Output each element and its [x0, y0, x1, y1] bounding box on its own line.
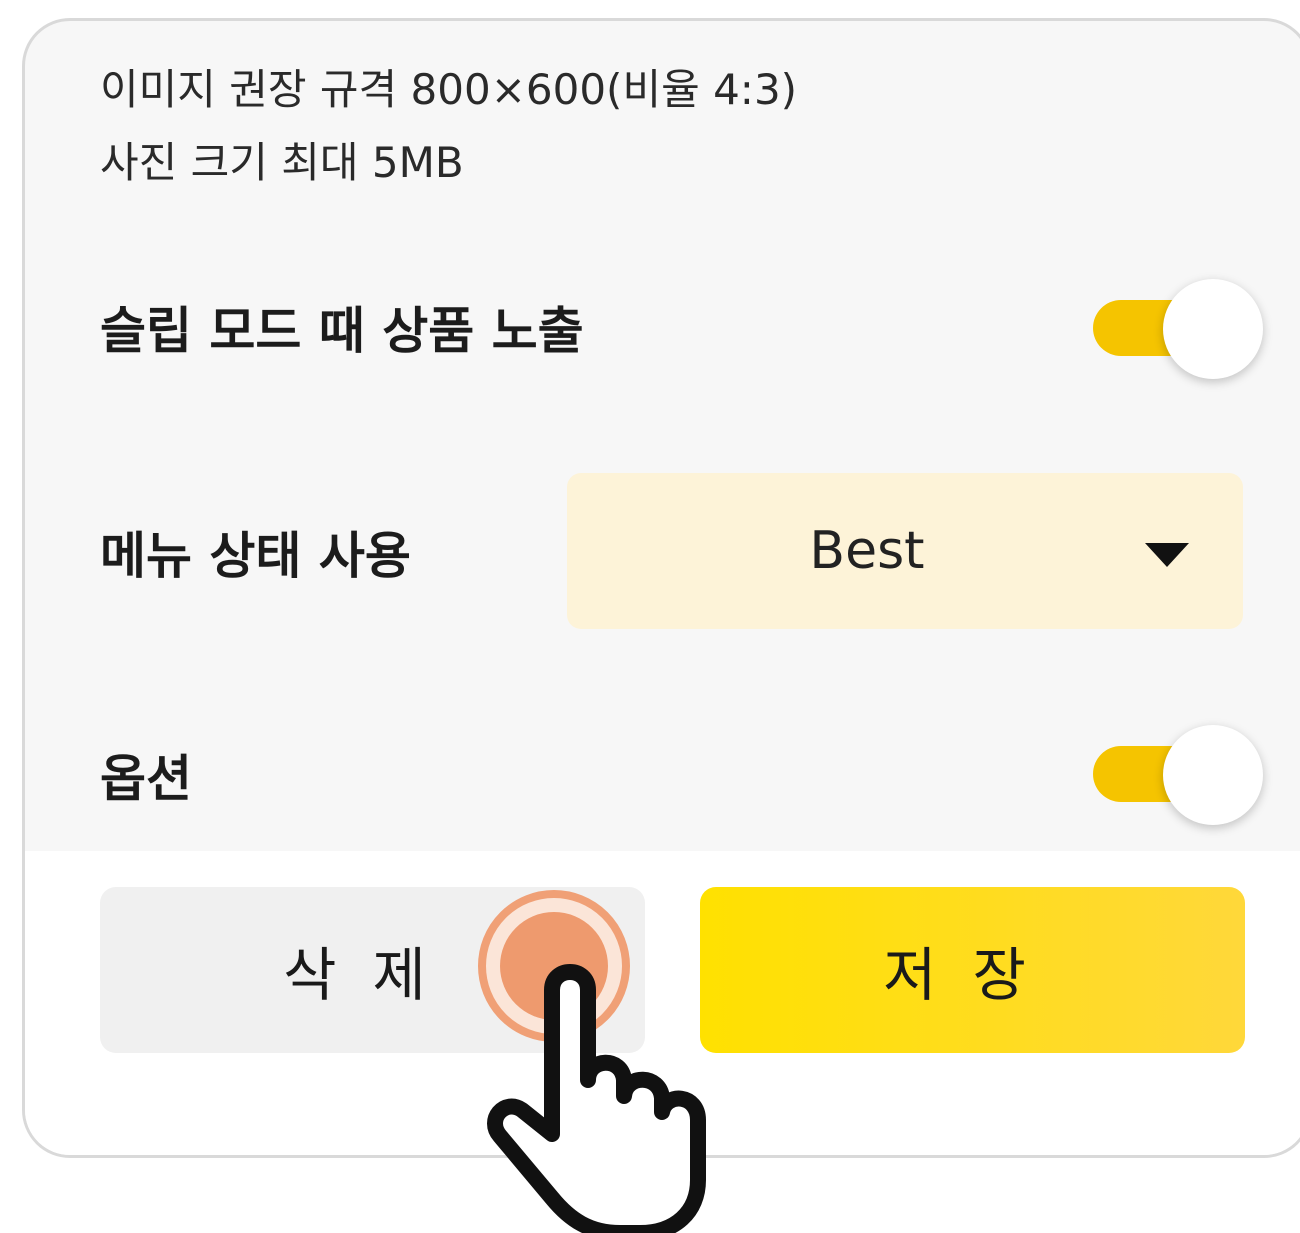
- option-toggle[interactable]: [1068, 721, 1240, 825]
- option-label: 옵션: [100, 739, 192, 811]
- caret-down-icon: [1145, 543, 1189, 567]
- image-spec-text: 이미지 권장 규격 800×600(비율 4:3): [100, 56, 797, 117]
- save-button[interactable]: 저장: [700, 887, 1245, 1053]
- slim-mode-toggle[interactable]: [1068, 275, 1240, 379]
- slim-mode-label: 슬립 모드 때 상품 노출: [100, 291, 584, 363]
- hand-pointer-icon: [470, 930, 770, 1233]
- toggle-knob: [1163, 725, 1263, 825]
- menu-status-value: Best: [567, 521, 1167, 581]
- toggle-knob: [1163, 279, 1263, 379]
- menu-status-select[interactable]: Best: [567, 473, 1243, 629]
- image-size-text: 사진 크기 최대 5MB: [100, 129, 464, 190]
- screen: 이미지 권장 규격 800×600(비율 4:3) 사진 크기 최대 5MB 슬…: [0, 0, 1300, 1233]
- menu-status-label: 메뉴 상태 사용: [100, 516, 411, 588]
